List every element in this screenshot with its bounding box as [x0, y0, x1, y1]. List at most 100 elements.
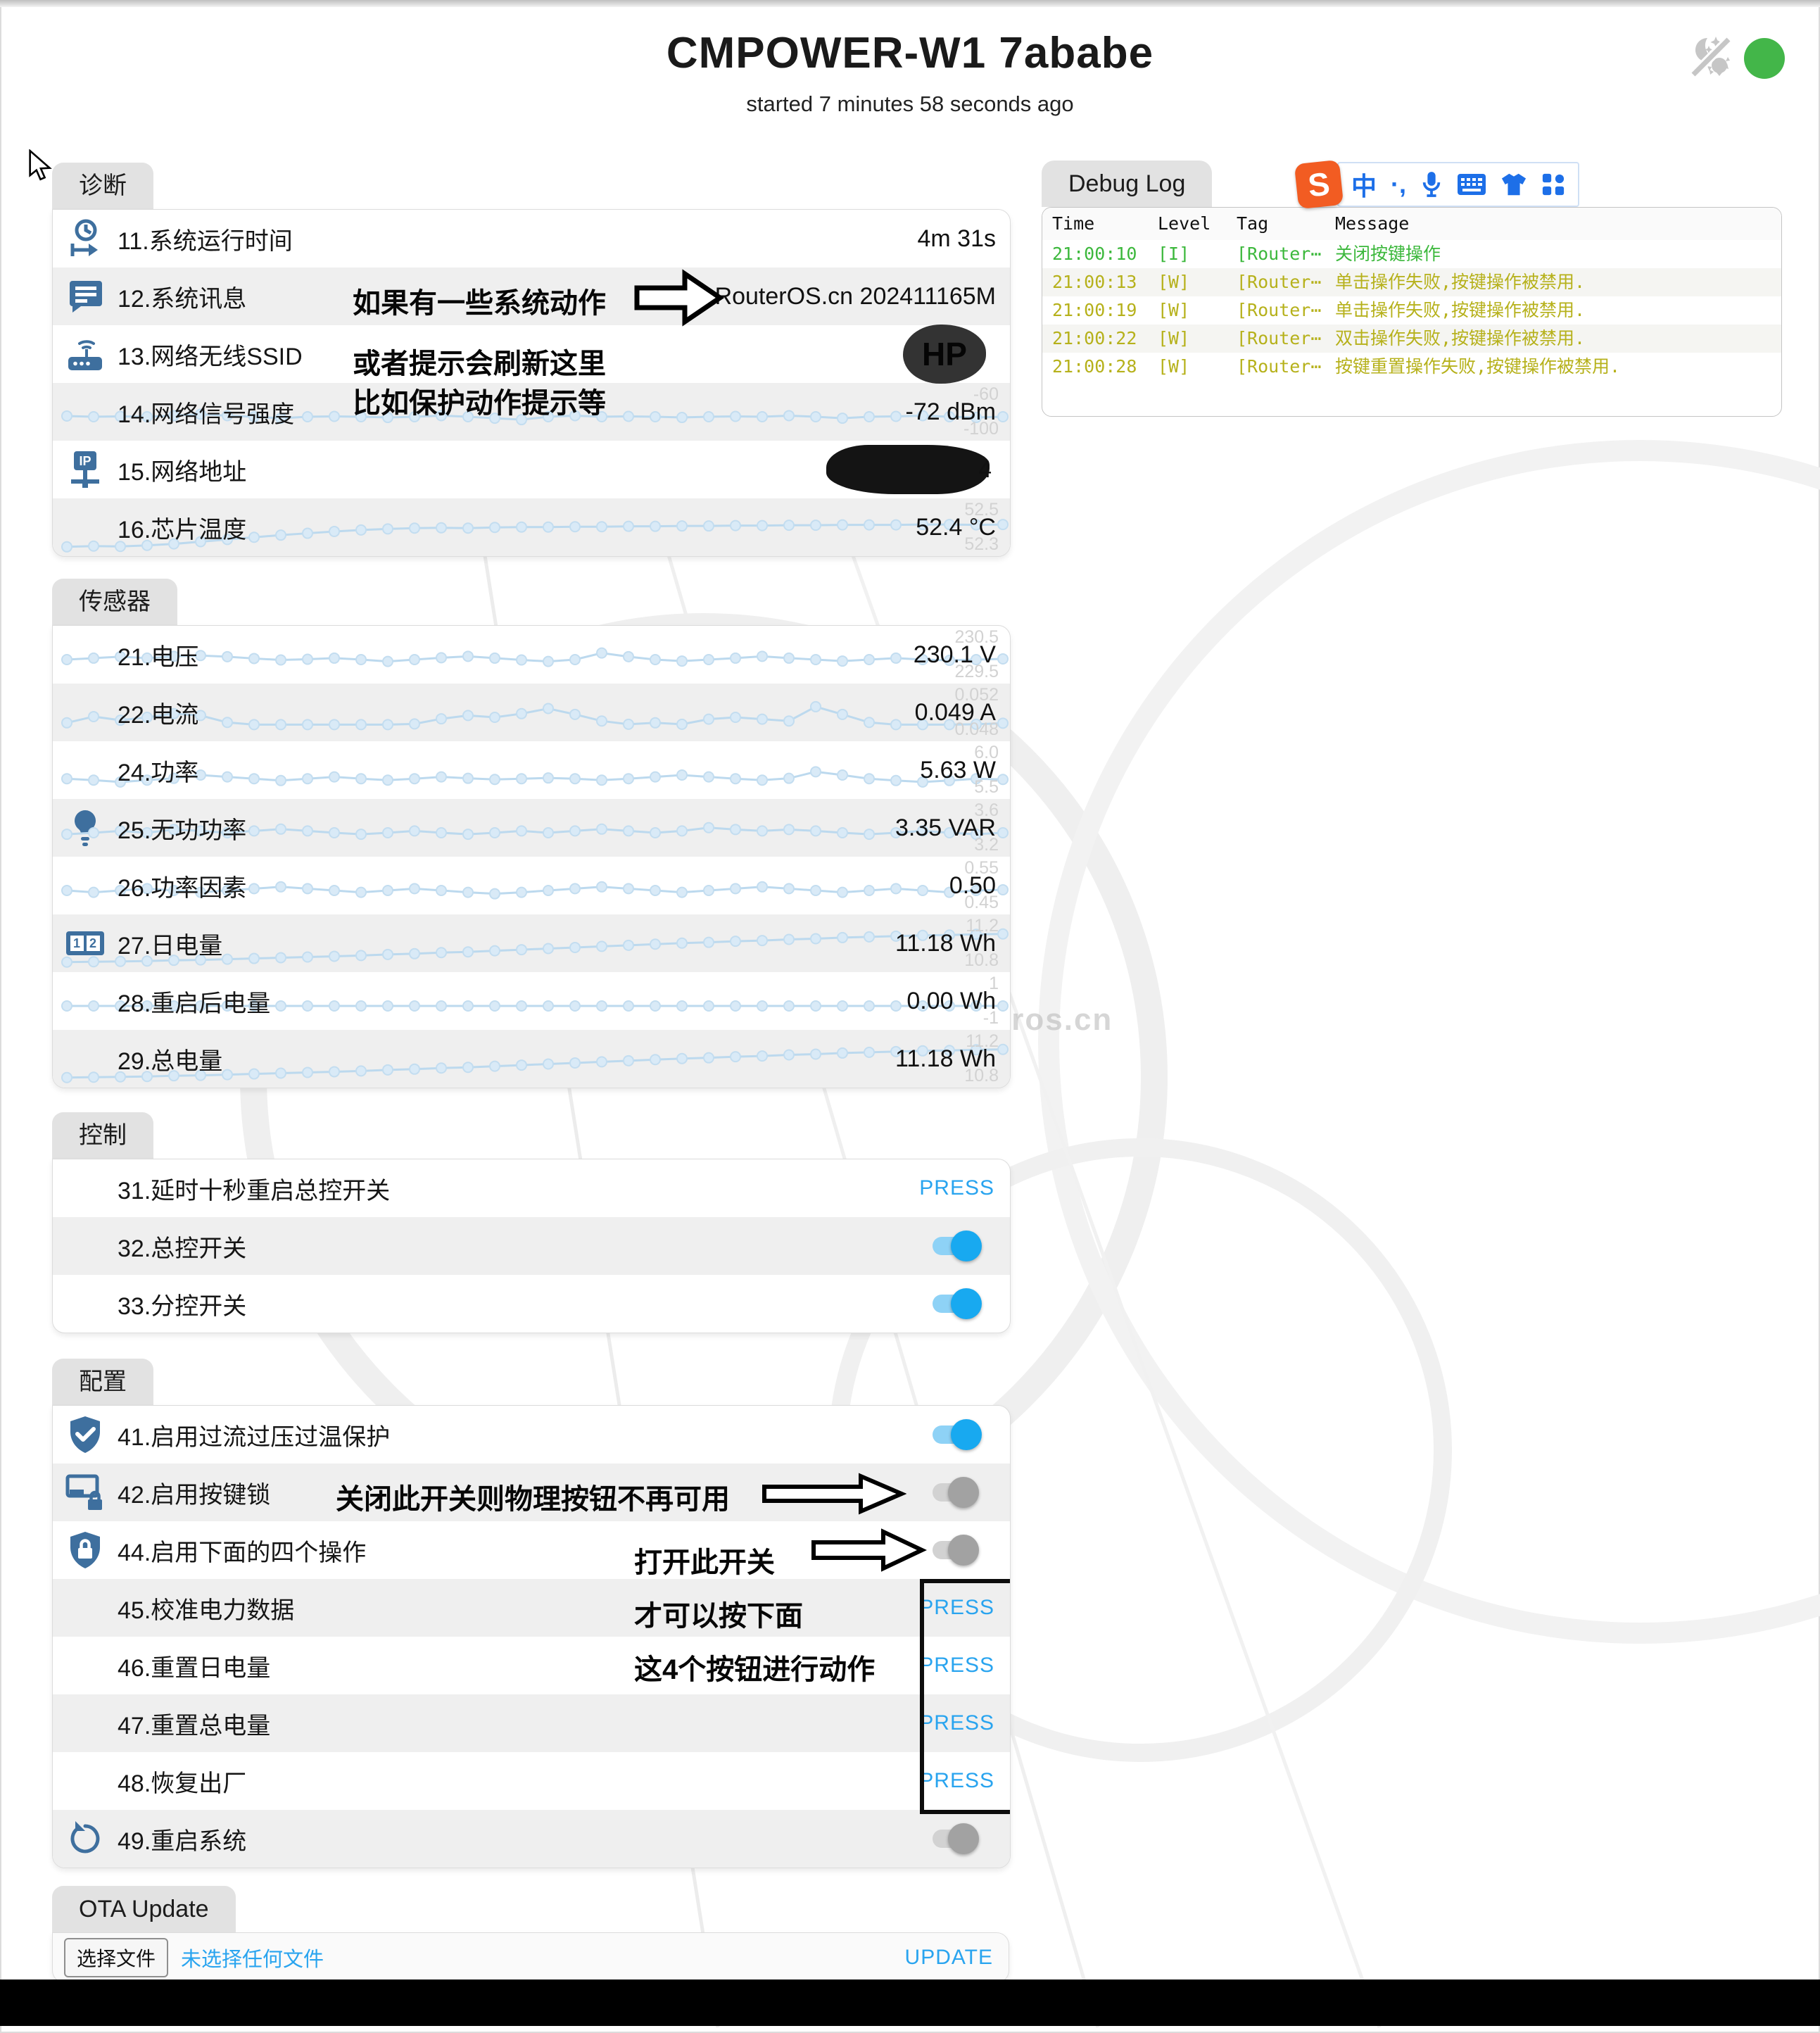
- log-row: 21:00:22[W][Router⋯双击操作失败,按键操作被禁用.: [1042, 325, 1781, 353]
- entity-value: 3.35 VAR: [895, 814, 1010, 842]
- entity-value: 0.00 Wh: [906, 988, 1010, 1015]
- redacted-ip-blob: [826, 445, 990, 494]
- log-cell-message: 按键重置操作失败,按键操作被禁用.: [1335, 353, 1771, 381]
- entity-label: 49.重启系统: [118, 1822, 246, 1856]
- entity-row-24: 24.功率5.63 W6.05.5: [53, 741, 1010, 799]
- log-cell-level: [W]: [1158, 296, 1237, 325]
- section-配置: 配置41.启用过流过压过温保护42.启用按键锁关闭此开关则物理按钮不再可用44.…: [52, 1359, 1009, 1868]
- section-传感器: 传感器21.电压230.1 V230.5229.522.电流0.049 A0.0…: [52, 579, 1009, 1088]
- log-cell-time: 21:00:10: [1052, 240, 1158, 268]
- toggle-knob: [948, 1535, 979, 1566]
- log-cell-tag: [Router⋯: [1237, 296, 1335, 325]
- section-诊断: 诊断11.系统运行时间4m 31s12.系统讯息如果有一些系统动作RouterO…: [52, 163, 1009, 557]
- log-col-level: Level: [1158, 208, 1237, 240]
- entity-label: 33.分控开关: [118, 1287, 246, 1321]
- entity-value: 4m 31s: [918, 225, 1011, 253]
- toggle-switch-32[interactable]: [933, 1237, 978, 1255]
- entity-value: RouterOS.cn 202411165M: [715, 283, 1010, 310]
- sogou-logo-icon[interactable]: S: [1294, 160, 1344, 209]
- ime-keyboard-icon[interactable]: [1457, 172, 1486, 196]
- dark-mode-toggle-icon[interactable]: [1688, 34, 1736, 84]
- log-cell-level: [W]: [1158, 353, 1237, 381]
- section-控制: 控制31.延时十秒重启总控开关PRESS32.总控开关33.分控开关: [52, 1112, 1009, 1333]
- entity-value: 0.049 A: [915, 699, 1010, 726]
- entity-row-45: 45.校准电力数据才可以按下面PRESS: [53, 1579, 1010, 1637]
- toggle-switch-42[interactable]: [933, 1483, 978, 1502]
- entity-value: 5.63 W: [920, 757, 1010, 784]
- entity-row-28: 28.重启后电量0.00 Wh1-1: [53, 972, 1010, 1030]
- device-web-page: www.routeros.cn CMPOWER-W1 7ababe starte…: [0, 0, 1820, 2033]
- toggle-switch-44[interactable]: [933, 1541, 978, 1559]
- handwritten-annotation: 或者提示会刷新这里: [353, 341, 606, 382]
- toggle-knob: [948, 1477, 979, 1508]
- choose-file-button[interactable]: 选择文件: [64, 1938, 168, 1977]
- entity-value: 0.50: [949, 872, 1010, 900]
- annotation-arrow-icon: [631, 266, 726, 333]
- press-button-31[interactable]: PRESS: [919, 1176, 1010, 1200]
- entity-label: 14.网络信号强度: [118, 395, 294, 429]
- log-cell-level: [W]: [1158, 268, 1237, 296]
- entity-label: 31.延时十秒重启总控开关: [118, 1171, 390, 1206]
- restart-icon: [53, 1820, 118, 1858]
- entity-value: -72 dBm: [906, 398, 1011, 426]
- section-card: 11.系统运行时间4m 31s12.系统讯息如果有一些系统动作RouterOS.…: [52, 209, 1011, 557]
- tab-ota-update: OTA Update: [52, 1886, 236, 1932]
- toggle-switch-49[interactable]: [933, 1830, 978, 1848]
- entity-row-48: 48.恢复出厂PRESS: [53, 1752, 1010, 1810]
- ime-mic-icon[interactable]: [1420, 170, 1443, 199]
- log-cell-tag: [Router⋯: [1237, 353, 1335, 381]
- annotation-arrow-icon: [810, 1527, 927, 1577]
- entity-row-11: 11.系统运行时间 4m 31s: [53, 210, 1010, 268]
- toggle-knob: [948, 1823, 979, 1854]
- entity-label: 11.系统运行时间: [118, 222, 293, 256]
- toggle-switch-33[interactable]: [933, 1295, 978, 1313]
- log-row: 21:00:13[W][Router⋯单击操作失败,按键操作被禁用.: [1042, 268, 1781, 296]
- log-cell-message: 关闭按键操作: [1335, 240, 1771, 268]
- entity-value: 11.18 Wh: [895, 1045, 1010, 1073]
- entity-label: 15.网络地址: [118, 453, 246, 487]
- entity-value: 4: [826, 445, 1010, 494]
- annotation-arrow-icon: [761, 1472, 906, 1519]
- entity-row-14: 14.网络信号强度比如保护动作提示等-72 dBm-60-100: [53, 383, 1010, 441]
- entity-row-31: 31.延时十秒重启总控开关 PRESS: [53, 1159, 1010, 1217]
- debug-log-box[interactable]: TimeLevelTagMessage21:00:10[I][Router⋯关闭…: [1042, 207, 1782, 417]
- toggle-switch-41[interactable]: [933, 1425, 978, 1444]
- entity-value: 11.18 Wh: [895, 930, 1010, 957]
- handwritten-annotation: 这4个按钮进行动作: [634, 1647, 875, 1687]
- shield-lock-icon: [53, 1530, 118, 1571]
- handwritten-annotation: 关闭此开关则物理按钮不再可用: [336, 1476, 730, 1517]
- entity-value: [933, 1295, 1010, 1313]
- update-button[interactable]: UPDATE: [905, 1946, 993, 1970]
- svg-text:IP: IP: [79, 454, 91, 468]
- log-row: 21:00:28[W][Router⋯按键重置操作失败,按键操作被禁用.: [1042, 353, 1781, 381]
- entity-row-26: 26.功率因素0.500.550.45: [53, 857, 1010, 914]
- entity-row-49: 49.重启系统: [53, 1810, 1010, 1868]
- ime-menu-icon[interactable]: [1541, 172, 1565, 197]
- entity-value: [933, 1425, 1010, 1444]
- no-file-chosen-label: 未选择任何文件: [181, 1943, 324, 1972]
- router-wifi-icon: [53, 334, 118, 374]
- ime-language-icon[interactable]: 中: [1351, 166, 1377, 203]
- entity-row-33: 33.分控开关: [53, 1275, 1010, 1333]
- log-cell-time: 21:00:28: [1052, 353, 1158, 381]
- entity-label: 22.电流: [118, 696, 198, 730]
- log-header-row: TimeLevelTagMessage: [1042, 208, 1781, 240]
- entity-label: 24.功率: [118, 753, 198, 788]
- toggle-knob: [951, 1419, 982, 1450]
- log-col-time: Time: [1052, 208, 1158, 240]
- log-cell-time: 21:00:13: [1052, 268, 1158, 296]
- log-col-tag: Tag: [1237, 208, 1335, 240]
- tab-诊断: 诊断: [52, 163, 153, 209]
- entity-label: 16.芯片温度: [118, 510, 246, 545]
- entity-label: 45.校准电力数据: [118, 1591, 294, 1625]
- section-card: 21.电压230.1 V230.5229.522.电流0.049 A0.0520…: [52, 625, 1011, 1088]
- entity-row-13: 13.网络无线SSID或者提示会刷新这里HP: [53, 325, 1010, 383]
- section-ota: OTA Update 选择文件 未选择任何文件 UPDATE: [52, 1886, 1009, 1983]
- log-cell-tag: [Router⋯: [1237, 240, 1335, 268]
- entity-label: 41.启用过流过压过温保护: [118, 1418, 390, 1452]
- ime-skin-icon[interactable]: [1500, 172, 1527, 197]
- entity-value: HP: [903, 325, 1010, 384]
- ime-punctuation-icon[interactable]: ·,: [1391, 170, 1406, 199]
- entity-row-42: 42.启用按键锁关闭此开关则物理按钮不再可用: [53, 1464, 1010, 1521]
- tab-配置: 配置: [52, 1359, 153, 1405]
